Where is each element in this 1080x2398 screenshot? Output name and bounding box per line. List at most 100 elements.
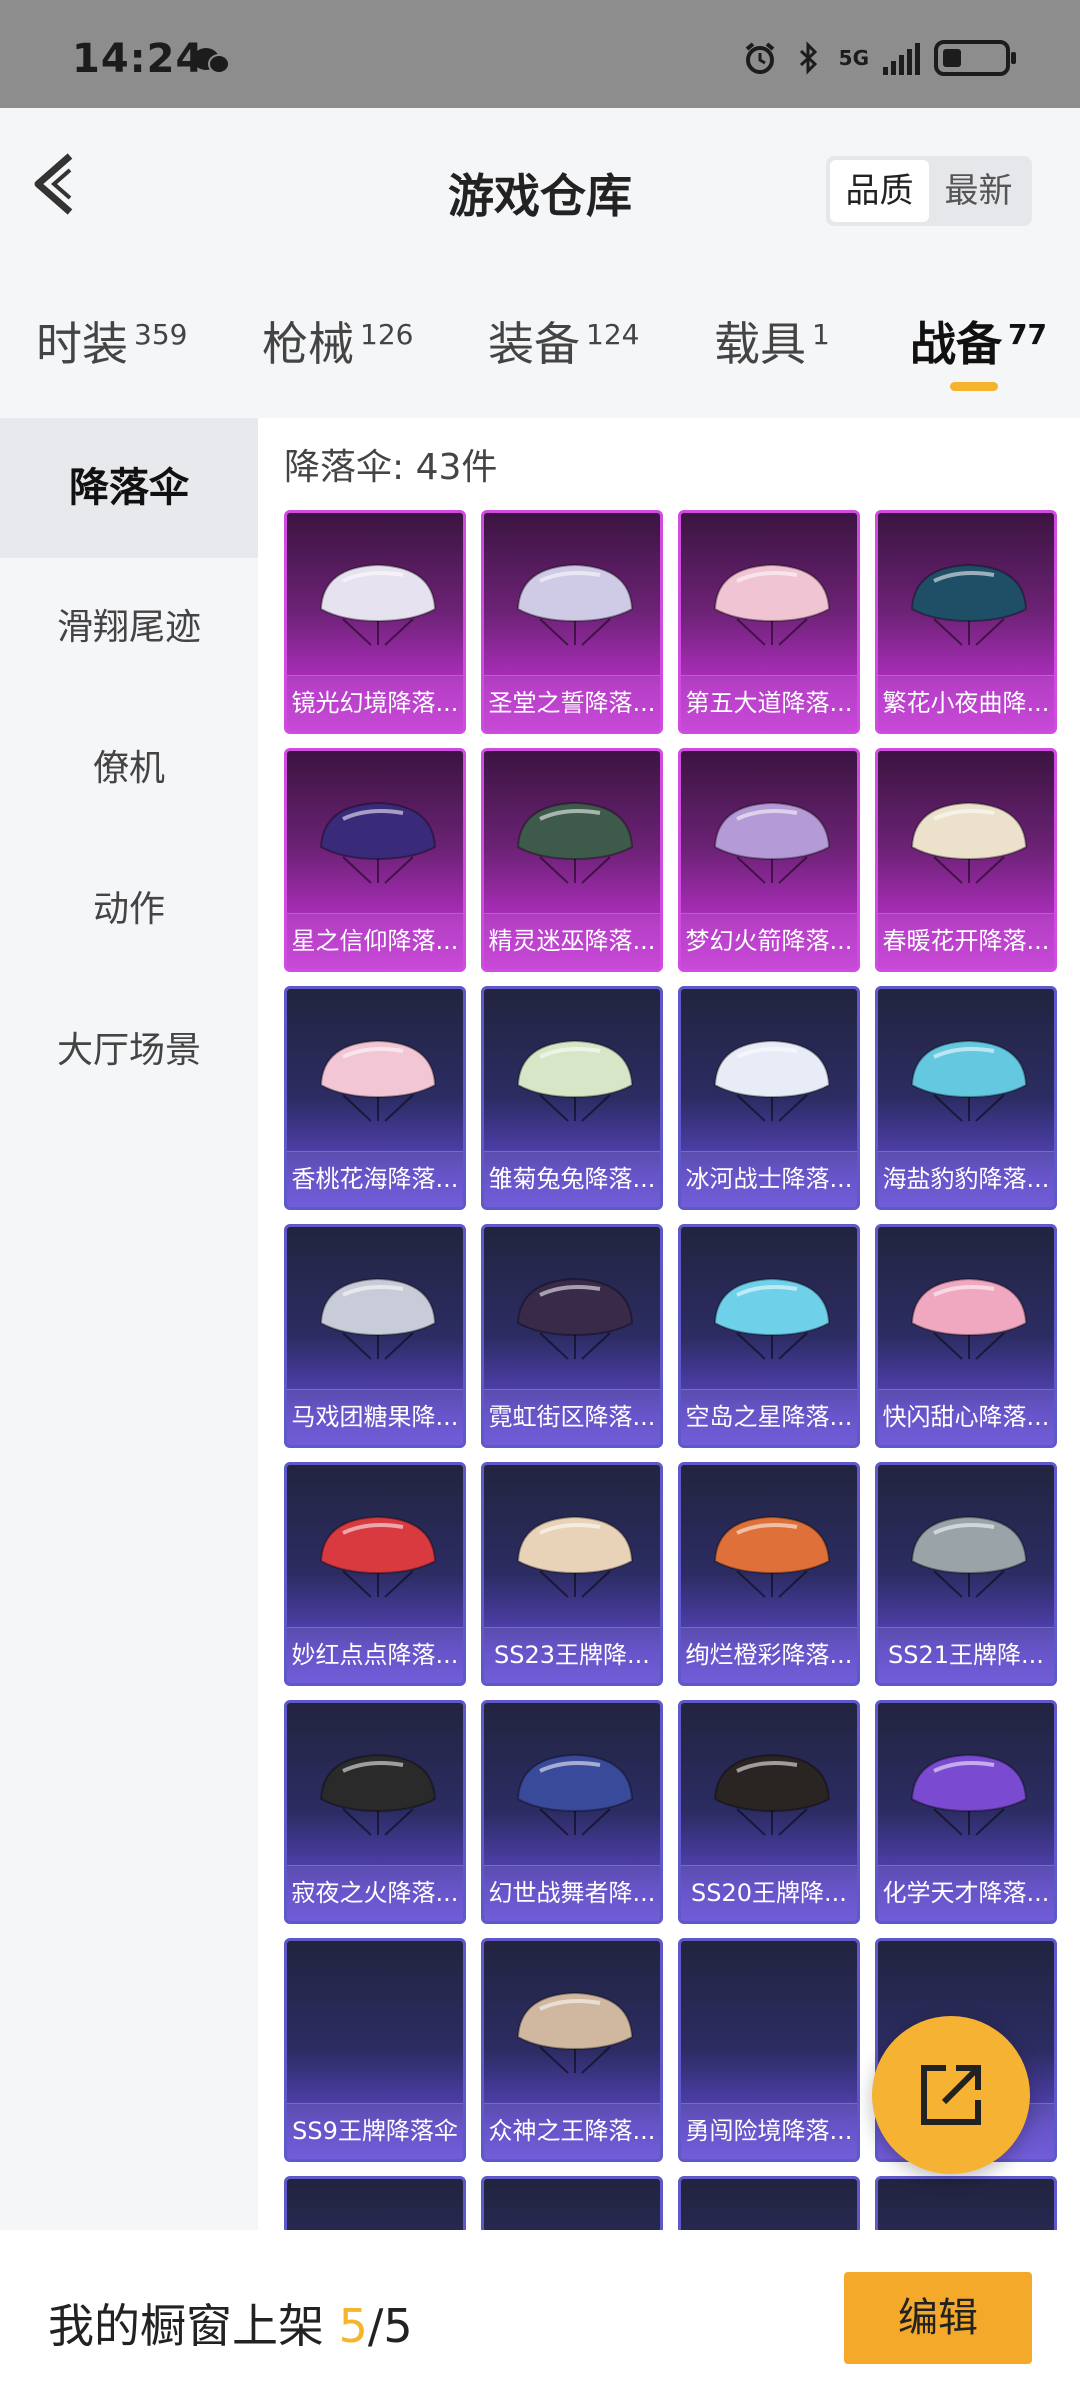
parachute-icon (713, 801, 831, 884)
parachute-icon (319, 1039, 437, 1122)
item-card[interactable]: 幻世战舞者降... (481, 1700, 663, 1924)
sidebar-item-emote[interactable]: 动作 (0, 840, 258, 980)
category-tabs: 时装 359 枪械 126 装备 124 载具 1 战备 77 (0, 298, 1080, 408)
share-button[interactable] (872, 2016, 1030, 2174)
item-name: 快闪甜心降落... (878, 1389, 1054, 1445)
item-name: 冰河战士降落... (681, 1151, 857, 1207)
header: 游戏仓库 品质 最新 时装 359 枪械 126 装备 124 载具 1 战备 77 (0, 108, 1080, 418)
item-name: 幻世战舞者降... (484, 1865, 660, 1921)
signal-icon (883, 41, 920, 75)
showcase-total: 5 (383, 2299, 413, 2353)
item-name: 梦幻火箭降落... (681, 913, 857, 969)
item-card[interactable]: SS9王牌降落伞 (284, 1938, 466, 2162)
item-card[interactable]: 梦幻火箭降落... (678, 748, 860, 972)
parachute-icon (516, 1991, 634, 2074)
parachute-icon (910, 1039, 1028, 1122)
item-card[interactable] (284, 2176, 466, 2230)
item-card[interactable]: 第五大道降落... (678, 510, 860, 734)
item-card[interactable]: 妙红点点降落... (284, 1462, 466, 1686)
tab-vehicles[interactable]: 载具 1 (714, 308, 830, 374)
item-card[interactable]: 勇闯险境降落... (678, 1938, 860, 2162)
item-card[interactable]: 繁花小夜曲降... (875, 510, 1057, 734)
item-card[interactable]: 化学天才降落... (875, 1700, 1057, 1924)
item-name: 镜光幻境降落... (287, 675, 463, 731)
item-card[interactable]: 快闪甜心降落... (875, 1224, 1057, 1448)
parachute-icon (516, 1039, 634, 1122)
parachute-icon (910, 1515, 1028, 1598)
item-card[interactable]: 镜光幻境降落... (284, 510, 466, 734)
parachute-icon (516, 1277, 634, 1360)
item-list-panel: 降落伞: 43件 镜光幻境降落... 圣堂之誓降落... 第五大道降落... 繁花小夜… (258, 418, 1080, 2230)
item-name: 香桃花海降落... (287, 1151, 463, 1207)
item-card[interactable]: 空岛之星降落... (678, 1224, 860, 1448)
item-card[interactable]: 香桃花海降落... (284, 986, 466, 1210)
parachute-icon (713, 1039, 831, 1122)
tab-fashion[interactable]: 时装 359 (36, 308, 187, 374)
sort-newest-button[interactable]: 最新 (929, 160, 1028, 222)
parachute-icon (319, 563, 437, 646)
item-name: 雏菊兔兔降落... (484, 1151, 660, 1207)
item-card[interactable] (678, 2176, 860, 2230)
item-card[interactable] (875, 2176, 1057, 2230)
sidebar: 降落伞 滑翔尾迹 僚机 动作 大厅场景 (0, 418, 258, 2230)
item-name: 化学天才降落... (878, 1865, 1054, 1921)
item-name: 第五大道降落... (681, 675, 857, 731)
sort-quality-button[interactable]: 品质 (830, 160, 929, 222)
item-card[interactable] (481, 2176, 663, 2230)
item-card[interactable]: 海盐豹豹降落... (875, 986, 1057, 1210)
alarm-icon (745, 42, 774, 74)
sidebar-item-glide-trail[interactable]: 滑翔尾迹 (0, 558, 258, 698)
sidebar-item-wingman[interactable]: 僚机 (0, 699, 258, 839)
parachute-icon (713, 1277, 831, 1360)
share-icon (921, 2065, 981, 2125)
parachute-icon (713, 1515, 831, 1598)
parachute-icon (516, 563, 634, 646)
item-card[interactable]: 马戏团糖果降... (284, 1224, 466, 1448)
item-name: 海盐豹豹降落... (878, 1151, 1054, 1207)
showcase-label: 我的橱窗上架 5/5 (48, 2299, 413, 2353)
sort-toggle: 品质 最新 (826, 156, 1032, 226)
item-card[interactable]: SS21王牌降... (875, 1462, 1057, 1686)
active-tab-indicator (950, 382, 998, 391)
item-count-label: 降落伞: 43件 (284, 447, 498, 488)
item-name: 绚烂橙彩降落... (681, 1627, 857, 1683)
showcase-bar: 我的橱窗上架 5/5 编辑 (0, 2230, 1080, 2398)
item-name: 霓虹街区降落... (484, 1389, 660, 1445)
item-card[interactable]: 星之信仰降落... (284, 748, 466, 972)
parachute-icon (713, 563, 831, 646)
network-badge: 5G (838, 46, 869, 70)
item-card[interactable]: 雏菊兔兔降落... (481, 986, 663, 1210)
item-name: SS20王牌降... (681, 1865, 857, 1921)
item-card[interactable]: 寂夜之火降落... (284, 1700, 466, 1924)
item-name: 寂夜之火降落... (287, 1865, 463, 1921)
tab-weapons[interactable]: 枪械 126 (262, 308, 413, 374)
item-card[interactable]: 绚烂橙彩降落... (678, 1462, 860, 1686)
item-name: 春暖花开降落... (878, 913, 1054, 969)
parachute-icon (319, 1277, 437, 1360)
sidebar-item-parachute[interactable]: 降落伞 (0, 418, 258, 558)
parachute-icon (319, 1753, 437, 1836)
item-name: 众神之王降落... (484, 2103, 660, 2159)
sidebar-item-lobby-scene[interactable]: 大厅场景 (0, 981, 258, 1121)
parachute-icon (910, 801, 1028, 884)
status-time: 14:24 (72, 36, 205, 82)
item-card[interactable]: SS20王牌降... (678, 1700, 860, 1924)
item-card[interactable]: 圣堂之誓降落... (481, 510, 663, 734)
item-card[interactable]: 冰河战士降落... (678, 986, 860, 1210)
item-card[interactable]: SS23王牌降... (481, 1462, 663, 1686)
parachute-icon (910, 563, 1028, 646)
item-name: 勇闯险境降落... (681, 2103, 857, 2159)
showcase-current: 5 (338, 2299, 368, 2353)
parachute-icon (319, 801, 437, 884)
item-name: 精灵迷巫降落... (484, 913, 660, 969)
edit-button[interactable]: 编辑 (844, 2272, 1032, 2364)
tab-battle-gear[interactable]: 战备 77 (910, 308, 1047, 374)
tab-equipment[interactable]: 装备 124 (488, 308, 639, 374)
item-card[interactable]: 霓虹街区降落... (481, 1224, 663, 1448)
item-name: SS23王牌降... (484, 1627, 660, 1683)
item-card[interactable]: 众神之王降落... (481, 1938, 663, 2162)
wechat-icon (193, 48, 230, 74)
bluetooth-icon (799, 41, 817, 75)
item-card[interactable]: 春暖花开降落... (875, 748, 1057, 972)
item-card[interactable]: 精灵迷巫降落... (481, 748, 663, 972)
